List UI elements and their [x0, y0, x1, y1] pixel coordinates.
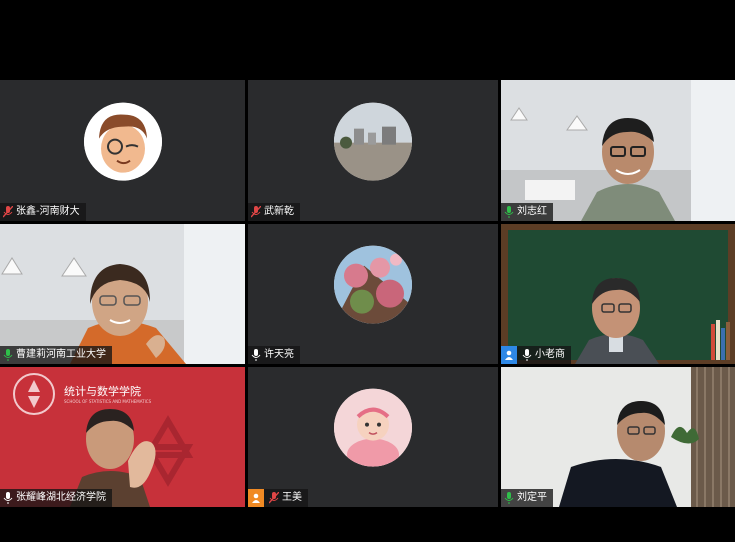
user-badge-icon [248, 489, 264, 507]
mic-muted-icon [250, 205, 262, 218]
participant-name: 曹建莉河南工业大学 [16, 349, 106, 360]
nametag: 刘定平 [501, 489, 553, 507]
participant-name: 刘定平 [517, 492, 547, 503]
user-badge-icon [501, 346, 517, 364]
participant-name: 许天亮 [264, 349, 294, 360]
participant-name: 张鑫-河南财大 [16, 206, 80, 217]
memoji-avatar [83, 102, 162, 181]
nametag: 张鑫-河南财大 [0, 203, 86, 221]
participant-tile-4[interactable]: 曹建莉河南工业大学 [0, 224, 245, 364]
video-feed [501, 80, 735, 221]
mic-icon [3, 492, 13, 504]
video-feed [0, 224, 245, 364]
participant-tile-7[interactable]: 统计与数学学院 SCHOOL OF STATISTICS AND MATHEMA… [0, 367, 245, 507]
nametag: 张耀峰湖北经济学院 [0, 489, 112, 507]
participant-name: 武新乾 [264, 206, 294, 217]
participant-tile-2[interactable]: 武新乾 [248, 80, 498, 221]
meeting-window: 张鑫-河南财大 武新乾 刘志红 曹建莉河南工业大学 许天亮 小老商 统计与数学学… [0, 0, 735, 542]
mic-icon [3, 349, 13, 361]
participant-name: 张耀峰湖北经济学院 [16, 492, 106, 503]
photo-avatar-buildings [334, 102, 412, 181]
mic-icon [504, 492, 514, 504]
participant-tile-8[interactable]: 王美 [248, 367, 498, 507]
mic-icon [504, 206, 514, 218]
video-grid: 张鑫-河南财大 武新乾 刘志红 曹建莉河南工业大学 许天亮 小老商 统计与数学学… [0, 80, 735, 507]
mic-icon [251, 349, 261, 361]
photo-avatar-flowers [334, 245, 412, 324]
school-name-en: SCHOOL OF STATISTICS AND MATHEMATICS [64, 399, 152, 404]
mic-muted-icon [2, 205, 14, 218]
mic-icon [522, 349, 532, 361]
nametag: 许天亮 [248, 346, 300, 364]
participant-tile-5[interactable]: 许天亮 [248, 224, 498, 364]
participant-tile-6[interactable]: 小老商 [501, 224, 735, 364]
participant-tile-1[interactable]: 张鑫-河南财大 [0, 80, 245, 221]
participant-tile-9[interactable]: 刘定平 [501, 367, 735, 507]
nametag: 刘志红 [501, 203, 553, 221]
participant-name: 小老商 [535, 349, 565, 360]
participant-name: 刘志红 [517, 206, 547, 217]
nametag: 武新乾 [248, 203, 300, 221]
nametag: 小老商 [501, 346, 571, 364]
participant-tile-3[interactable]: 刘志红 [501, 80, 735, 221]
video-feed [575, 278, 730, 364]
mic-muted-icon [268, 491, 280, 504]
video-feed [501, 367, 735, 507]
participant-name: 王美 [282, 492, 302, 503]
photo-avatar-baby [334, 388, 412, 467]
nametag: 曹建莉河南工业大学 [0, 346, 112, 364]
nametag: 王美 [248, 489, 308, 507]
school-name: 统计与数学学院 [64, 385, 141, 398]
